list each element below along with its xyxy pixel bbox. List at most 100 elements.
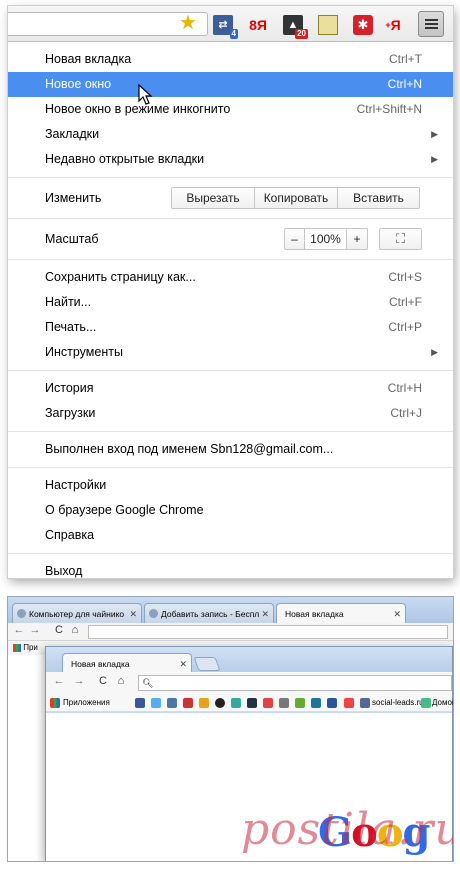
foreground-tab-strip: Новая вкладка ✕ — [46, 647, 452, 673]
forward-icon[interactable]: → — [72, 675, 86, 687]
menu-item-label: Закладки — [45, 127, 100, 141]
menu-item-history[interactable]: История Ctrl+H — [8, 376, 453, 401]
zoom-label: Масштаб — [45, 232, 99, 246]
menu-item-label: Сохранить страницу как... — [45, 270, 196, 284]
close-tab-icon[interactable]: ✕ — [393, 604, 401, 623]
menu-item-label: Настройки — [45, 478, 107, 492]
menu-item-signed-in[interactable]: Выполнен вход под именем Sbn128@gmail.co… — [8, 437, 453, 462]
new-tab-button[interactable] — [193, 657, 221, 671]
bookmark-star-icon[interactable]: ★ — [178, 13, 198, 33]
bookmark-icon[interactable] — [215, 698, 225, 708]
menu-item-shortcut: Ctrl+H — [387, 381, 422, 395]
menu-item-label: Новое окно — [45, 77, 112, 91]
bookmark-icon[interactable] — [279, 698, 289, 708]
cut-button[interactable]: Вырезать — [172, 188, 255, 208]
tab-computer-for-dummies[interactable]: Компьютер для чайнико ✕ — [12, 603, 142, 623]
close-tab-icon[interactable]: ✕ — [179, 654, 187, 673]
bookmark-icon[interactable] — [327, 698, 337, 708]
fullscreen-button[interactable]: ⛶ — [379, 228, 422, 250]
menu-divider — [8, 259, 453, 260]
bookmark-icon[interactable] — [199, 698, 209, 708]
bookmark-icon[interactable] — [247, 698, 257, 708]
plus-extension-icon[interactable]: ✱ — [353, 15, 373, 35]
menu-item-find[interactable]: Найти... Ctrl+F — [8, 290, 453, 315]
copy-button[interactable]: Копировать — [255, 188, 338, 208]
chrome-menu-screenshot: ★ ⇄ 4 8Я ▲ 20 ✱ +Я Новая вкладка Ctrl+T … — [8, 6, 453, 578]
menu-item-recent-tabs[interactable]: Недавно открытые вкладки ▶ — [8, 147, 453, 172]
zoom-controls: – 100% + — [284, 228, 368, 250]
zoom-out-button[interactable]: – — [285, 229, 305, 249]
menu-item-exit[interactable]: Выход — [8, 559, 453, 578]
tab-favicon-icon — [17, 609, 26, 618]
menu-item-label: Печать... — [45, 320, 97, 334]
edit-label: Изменить — [45, 191, 102, 205]
menu-item-print[interactable]: Печать... Ctrl+P — [8, 315, 453, 340]
bookmark-icon[interactable] — [183, 698, 193, 708]
yandex-bar-icon[interactable]: +Я — [383, 15, 403, 35]
monitor-extension-icon[interactable]: ▲ 20 — [283, 15, 308, 39]
menu-item-shortcut: Ctrl+F — [389, 295, 422, 309]
menu-item-downloads[interactable]: Загрузки Ctrl+J — [8, 401, 453, 426]
bookmark-home[interactable]: Домой — [432, 694, 453, 712]
address-bar[interactable] — [88, 625, 448, 639]
menu-item-bookmarks[interactable]: Закладки ▶ — [8, 122, 453, 147]
tab-add-post[interactable]: Добавить запись - Беспл ✕ — [144, 603, 274, 623]
home-icon[interactable]: ⌂ — [114, 675, 128, 687]
mouse-cursor-icon — [138, 84, 153, 105]
address-bar[interactable]: 🔍︎ — [138, 675, 452, 691]
menu-item-shortcut: Ctrl+P — [388, 320, 422, 334]
chrome-menu-button[interactable] — [418, 11, 444, 37]
submenu-arrow-icon: ▶ — [431, 154, 438, 164]
bookmark-icon[interactable] — [295, 698, 305, 708]
bookmark-icon[interactable] — [263, 698, 273, 708]
bookmark-apps[interactable]: Приложения — [63, 694, 110, 712]
menu-row-edit: Изменить Вырезать Копировать Вставить — [8, 183, 453, 213]
forward-icon[interactable]: → — [28, 624, 42, 636]
submenu-arrow-icon: ▶ — [431, 347, 438, 357]
menu-item-settings[interactable]: Настройки — [8, 473, 453, 498]
translate-extension-icon[interactable]: ⇄ 4 — [213, 15, 238, 39]
bookmark-icon[interactable] — [151, 698, 161, 708]
close-tab-icon[interactable]: ✕ — [129, 604, 137, 623]
apps-grid-icon — [13, 643, 21, 652]
back-icon[interactable]: ← — [52, 675, 66, 687]
bookmark-icon[interactable] — [167, 698, 177, 708]
menu-item-new-tab[interactable]: Новая вкладка Ctrl+T — [8, 47, 453, 72]
menu-item-incognito[interactable]: Новое окно в режиме инкогнито Ctrl+Shift… — [8, 97, 453, 122]
bookmark-icon[interactable] — [344, 698, 354, 708]
bookmark-icon[interactable] — [421, 698, 431, 708]
reload-icon[interactable]: C — [96, 675, 110, 687]
tab-new-tab[interactable]: Новая вкладка ✕ — [276, 603, 406, 623]
back-icon[interactable]: ← — [12, 624, 26, 636]
menu-item-help[interactable]: Справка — [8, 523, 453, 548]
paste-button[interactable]: Вставить — [338, 188, 419, 208]
bookmarks-apps-label[interactable]: При — [23, 643, 38, 652]
menu-item-about[interactable]: О браузере Google Chrome — [8, 498, 453, 523]
menu-item-label: История — [45, 381, 94, 395]
close-tab-icon[interactable]: ✕ — [261, 604, 269, 623]
reload-icon[interactable]: C — [52, 624, 66, 636]
bookmark-icon[interactable] — [135, 698, 145, 708]
bookmark-social-leads[interactable]: social-leads.ru — [372, 694, 424, 712]
home-icon[interactable]: ⌂ — [68, 624, 82, 636]
menu-item-tools[interactable]: Инструменты ▶ — [8, 340, 453, 365]
bookmark-icon[interactable] — [311, 698, 321, 708]
menu-item-label: Выполнен вход под именем Sbn128@gmail.co… — [45, 442, 334, 456]
menu-item-new-window[interactable]: Новое окно Ctrl+N — [8, 72, 453, 97]
watermark: postila.ru — [241, 804, 453, 855]
menu-item-label: Инструменты — [45, 345, 123, 359]
tab-new-tab[interactable]: Новая вкладка ✕ — [62, 653, 192, 673]
zoom-in-button[interactable]: + — [347, 229, 367, 249]
menu-item-save-page[interactable]: Сохранить страницу как... Ctrl+S — [8, 265, 453, 290]
bookmark-icon[interactable] — [360, 698, 370, 708]
yandex-bar-label: Я — [390, 17, 401, 33]
bookmark-icon[interactable] — [231, 698, 241, 708]
menu-item-shortcut: Ctrl+S — [388, 270, 422, 284]
notes-extension-icon[interactable] — [318, 15, 338, 35]
browser-windows-screenshot: Компьютер для чайнико ✕ Добавить запись … — [8, 597, 453, 861]
browser-toolbar: ★ ⇄ 4 8Я ▲ 20 ✱ +Я — [8, 6, 453, 42]
menu-divider — [8, 177, 453, 178]
menu-item-shortcut: Ctrl+Shift+N — [356, 102, 422, 116]
tab-title: Компьютер для чайнико — [29, 609, 125, 619]
yandex-extension-icon[interactable]: 8Я — [248, 15, 268, 35]
